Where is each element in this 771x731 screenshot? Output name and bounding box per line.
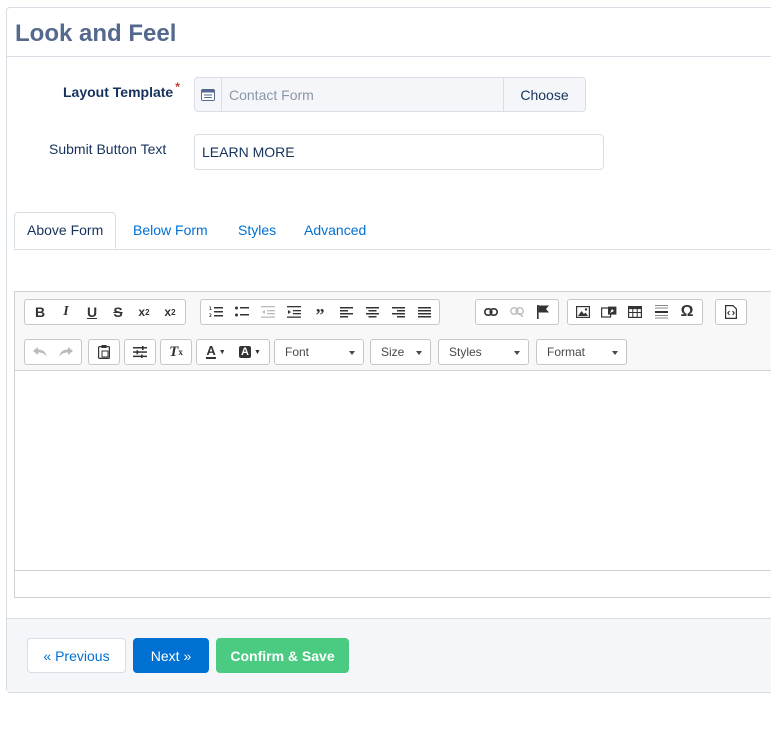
tab-above-form[interactable]: Above Form: [14, 212, 117, 249]
editor-toolbar: B I U S x2 x2 12 ” Ω T x A ▼ A ▼ Font Si…: [15, 292, 771, 371]
layout-template-lookup[interactable]: Contact Form Choose: [194, 77, 586, 112]
title-divider: [7, 56, 771, 57]
bulleted-list-icon[interactable]: [229, 301, 255, 323]
blockquote-icon[interactable]: ”: [307, 298, 333, 326]
horizontal-line-icon[interactable]: [648, 301, 674, 323]
anchor-flag-icon[interactable]: [530, 301, 556, 323]
sort-icon[interactable]: [127, 341, 153, 363]
editor-content-area[interactable]: [15, 371, 771, 571]
numbered-list-icon[interactable]: 12: [203, 301, 229, 323]
font-dropdown[interactable]: Font: [274, 339, 364, 365]
arrange-group: [124, 339, 156, 365]
align-left-icon[interactable]: [333, 301, 359, 323]
outdent-icon[interactable]: [255, 301, 281, 323]
chevron-down-icon: [612, 351, 618, 355]
next-button[interactable]: Next »: [133, 638, 209, 673]
chevron-down-icon: [514, 351, 520, 355]
text-color-icon[interactable]: A ▼: [199, 341, 233, 363]
required-marker: *: [175, 80, 180, 94]
wizard-footer: « Previous Next » Confirm & Save: [7, 618, 771, 692]
chevron-down-icon: [349, 351, 355, 355]
tab-below-form[interactable]: Below Form: [133, 212, 208, 249]
font-dropdown-label: Font: [285, 345, 310, 359]
previous-button[interactable]: « Previous: [27, 638, 126, 673]
submit-button-text-input[interactable]: [194, 134, 604, 170]
undo-icon[interactable]: [27, 341, 53, 363]
tab-advanced[interactable]: Advanced: [304, 212, 366, 249]
unlink-icon[interactable]: [504, 301, 530, 323]
strikethrough-icon[interactable]: S: [105, 301, 131, 323]
link-icon[interactable]: [478, 301, 504, 323]
editor-status-bar: [15, 570, 771, 597]
underline-icon[interactable]: U: [79, 301, 105, 323]
basic-styles-group: B I U S x2 x2: [24, 299, 186, 325]
flash-icon[interactable]: [596, 301, 622, 323]
align-center-icon[interactable]: [359, 301, 385, 323]
layout-template-value[interactable]: Contact Form: [222, 78, 503, 111]
clear-format-group: Tx: [160, 339, 192, 365]
layout-template-label-text: Layout Template: [63, 84, 174, 100]
superscript-icon[interactable]: x2: [157, 301, 183, 323]
indent-icon[interactable]: [281, 301, 307, 323]
format-dropdown-label: Format: [547, 345, 586, 359]
styles-dropdown[interactable]: Styles: [438, 339, 529, 365]
special-char-icon[interactable]: Ω: [674, 301, 700, 323]
size-dropdown-label: Size: [381, 345, 405, 359]
panel-title: Look and Feel: [15, 20, 177, 47]
align-right-icon[interactable]: [385, 301, 411, 323]
choose-button[interactable]: Choose: [503, 78, 585, 111]
chevron-down-icon: [416, 351, 422, 355]
subscript-icon[interactable]: x2: [131, 301, 157, 323]
content-tabs: Above Form Below Form Styles Advanced: [14, 212, 771, 250]
italic-icon[interactable]: I: [53, 301, 79, 323]
size-dropdown[interactable]: Size: [370, 339, 431, 365]
insert-group: Ω: [567, 299, 703, 325]
paragraph-group: 12 ”: [200, 299, 440, 325]
confirm-save-button[interactable]: Confirm & Save: [216, 638, 349, 673]
redo-icon[interactable]: [53, 341, 79, 363]
table-icon[interactable]: [622, 301, 648, 323]
look-and-feel-panel: Look and Feel Layout Template * Contact F…: [6, 7, 771, 693]
rich-text-editor: B I U S x2 x2 12 ” Ω T x A ▼ A ▼ Font Si…: [14, 291, 771, 598]
links-group: [475, 299, 559, 325]
submit-button-text-label: Submit Button Text: [49, 141, 167, 157]
layout-template-label: Layout Template *: [63, 80, 180, 100]
svg-text:2: 2: [209, 313, 212, 318]
justify-icon[interactable]: [411, 301, 437, 323]
image-icon[interactable]: [570, 301, 596, 323]
remove-format-icon[interactable]: Tx: [163, 341, 189, 363]
bold-icon[interactable]: B: [27, 301, 53, 323]
clipboard-group: [88, 339, 120, 365]
svg-text:1: 1: [209, 306, 212, 311]
tools-group: [715, 299, 747, 325]
tab-styles[interactable]: Styles: [238, 212, 276, 249]
source-icon[interactable]: [718, 301, 744, 323]
paste-icon[interactable]: [91, 341, 117, 363]
styles-dropdown-label: Styles: [449, 345, 482, 359]
bg-color-icon[interactable]: A ▼: [233, 341, 267, 363]
format-dropdown[interactable]: Format: [536, 339, 627, 365]
undo-group: [24, 339, 82, 365]
colors-group: A ▼ A ▼: [196, 339, 270, 365]
form-template-icon: [195, 78, 222, 111]
